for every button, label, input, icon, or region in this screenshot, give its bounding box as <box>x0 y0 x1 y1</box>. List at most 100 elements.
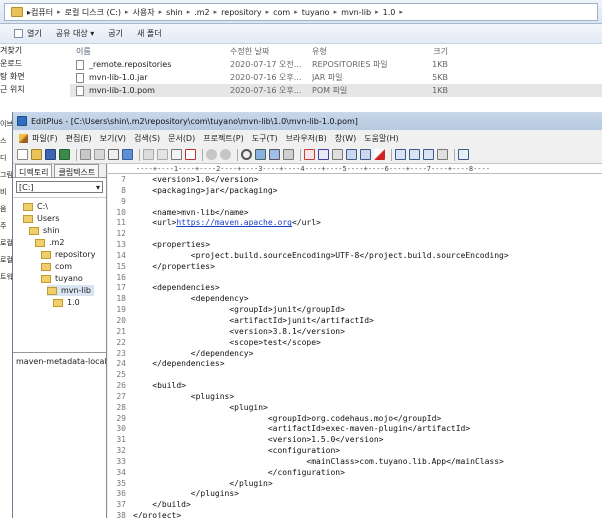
breadcrumb-item[interactable]: mvn-lib ▸ <box>341 8 383 17</box>
code-line[interactable]: 9 <box>108 197 602 208</box>
code-line[interactable]: 19 <groupId>junit</groupId> <box>108 305 602 316</box>
code-line[interactable]: 36 </plugins> <box>108 489 602 500</box>
code-line[interactable]: 11 <url>https://maven.apache.org</url> <box>108 218 602 229</box>
spell-mark-icon[interactable] <box>374 149 385 160</box>
tree-node[interactable]: com <box>41 261 72 272</box>
code-line[interactable]: 18 <dependency> <box>108 294 602 305</box>
paste-icon[interactable] <box>171 149 182 160</box>
tree-node[interactable]: Users <box>23 213 59 224</box>
open-folder-icon[interactable] <box>31 149 42 160</box>
code-line[interactable]: 10 <name>mvn-lib</name> <box>108 208 602 219</box>
menu-edit[interactable]: 편집(E) <box>66 133 92 144</box>
breadcrumb-item[interactable]: 사용자 ▸ <box>133 7 167 18</box>
code-line[interactable]: 12 <box>108 229 602 240</box>
tree-node[interactable]: C:\ <box>23 201 48 212</box>
menu-file[interactable]: 파일(F) <box>32 133 58 144</box>
code-line[interactable]: 31 <version>1.5.0</version> <box>108 435 602 446</box>
chevron-right-icon[interactable]: ▸ <box>57 8 61 16</box>
tree-node[interactable]: 1.0 <box>53 297 80 308</box>
menu-window[interactable]: 창(W) <box>335 133 357 144</box>
chevron-right-icon[interactable]: ▸ <box>399 8 403 16</box>
chevron-right-icon[interactable]: ▸ <box>375 8 379 16</box>
chevron-right-icon[interactable]: ▸ <box>187 8 191 16</box>
nav-item-desktop[interactable]: 탕 화면 <box>0 70 58 83</box>
code-line[interactable]: 17 <dependencies> <box>108 283 602 294</box>
code-line[interactable]: 30 <artifactId>exec-maven-plugin</artifa… <box>108 424 602 435</box>
tree-node[interactable]: .m2 <box>35 237 64 248</box>
burn-button[interactable]: 굽기 <box>108 28 123 39</box>
menu-document[interactable]: 문서(D) <box>168 133 195 144</box>
code-line[interactable]: 14 <project.build.sourceEncoding>UTF-8</… <box>108 251 602 262</box>
code-line[interactable]: 7 <version>1.0</version> <box>108 175 602 186</box>
breadcrumb-item[interactable]: 로컬 디스크 (C:) ▸ <box>65 7 133 18</box>
cliptext-window-icon[interactable] <box>409 149 420 160</box>
code-line[interactable]: 37 </build> <box>108 500 602 511</box>
chevron-right-icon[interactable]: ▸ <box>125 8 129 16</box>
file-row-selected[interactable]: mvn-lib-1.0.pom 2020-07-16 오후... POM 파일 … <box>70 84 602 97</box>
code-line[interactable]: 16 <box>108 273 602 284</box>
file-list-item[interactable]: maven-metadata-local.xml <box>16 357 106 366</box>
breadcrumb-item[interactable]: .m2 ▸ <box>194 8 221 17</box>
tree-node[interactable]: shin <box>29 225 60 236</box>
tree-node[interactable]: repository <box>41 249 95 260</box>
output-window-icon[interactable] <box>423 149 434 160</box>
nav-item-recent[interactable]: 근 위치 <box>0 83 58 96</box>
breadcrumb-item[interactable]: 1.0 ▸ <box>383 8 407 17</box>
redo-icon[interactable] <box>220 149 231 160</box>
help-icon[interactable] <box>458 149 469 160</box>
new-folder-button[interactable]: 새 폴더 <box>137 28 162 39</box>
menu-search[interactable]: 검색(S) <box>134 133 160 144</box>
find-in-files-icon[interactable] <box>269 149 280 160</box>
code-line[interactable]: 38 </project> <box>108 511 602 518</box>
column-type[interactable]: 유형 <box>312 46 392 57</box>
menu-view[interactable]: 보기(V) <box>100 133 126 144</box>
menu-tools[interactable]: 도구(T) <box>252 133 278 144</box>
code-line[interactable]: 27 <plugins> <box>108 392 602 403</box>
breadcrumb-item[interactable]: com ▸ <box>273 8 302 17</box>
code-line[interactable]: 35 </plugin> <box>108 479 602 490</box>
new-file-icon[interactable] <box>17 149 28 160</box>
code-line[interactable]: 24 </dependencies> <box>108 359 602 370</box>
chevron-right-icon[interactable]: ▸ <box>266 8 270 16</box>
menu-project[interactable]: 프로젝트(P) <box>203 133 244 144</box>
open-button[interactable]: 열기 <box>14 28 42 39</box>
tree-node-selected[interactable]: mvn-lib <box>47 285 95 296</box>
fullscreen-icon[interactable] <box>437 149 448 160</box>
tab-directory[interactable]: 디렉토리 <box>15 164 53 177</box>
share-button[interactable]: 공유 대상 ▾ <box>56 28 95 39</box>
save-icon[interactable] <box>45 149 56 160</box>
chevron-right-icon[interactable]: ▸ <box>159 8 163 16</box>
tab-cliptext[interactable]: 클립텍스트 <box>54 164 100 177</box>
cut-icon[interactable] <box>143 149 154 160</box>
directory-window-icon[interactable] <box>395 149 406 160</box>
ruler-toggle-icon[interactable] <box>346 149 357 160</box>
code-line[interactable]: 8 <packaging>jar</packaging> <box>108 186 602 197</box>
code-line[interactable]: 29 <groupId>org.codehaus.mojo</groupId> <box>108 414 602 425</box>
drive-select[interactable]: [C:] ▾ <box>16 181 103 193</box>
breadcrumb-item[interactable]: 컴퓨터 ▸ <box>31 7 65 18</box>
code-line[interactable]: 32 <configuration> <box>108 446 602 457</box>
column-name[interactable]: 이름 <box>70 46 230 57</box>
menu-help[interactable]: 도움말(H) <box>364 133 398 144</box>
line-number-toggle-icon[interactable] <box>360 149 371 160</box>
word-wrap-icon[interactable] <box>332 149 343 160</box>
code-line[interactable]: 34 </configuration> <box>108 468 602 479</box>
code-line[interactable]: 25 <box>108 370 602 381</box>
code-line[interactable]: 23 </dependency> <box>108 349 602 360</box>
menu-browser[interactable]: 브라우저(B) <box>286 133 327 144</box>
replace-icon[interactable] <box>255 149 266 160</box>
undo-icon[interactable] <box>206 149 217 160</box>
code-line[interactable]: 28 <plugin> <box>108 403 602 414</box>
hex-view-icon[interactable] <box>318 149 329 160</box>
browser-icon[interactable] <box>122 149 133 160</box>
nav-item-favorites[interactable]: 겨찾기 <box>0 44 58 57</box>
code-line[interactable]: 33 <mainClass>com.tuyano.lib.App</mainCl… <box>108 457 602 468</box>
chevron-right-icon[interactable]: ▸ <box>334 8 338 16</box>
print-icon[interactable] <box>80 149 91 160</box>
tree-node[interactable]: tuyano <box>41 273 83 284</box>
file-row[interactable]: mvn-lib-1.0.jar 2020-07-16 오후... JAR 파일 … <box>70 71 602 84</box>
save-all-icon[interactable] <box>59 149 70 160</box>
chevron-right-icon[interactable]: ▸ <box>294 8 298 16</box>
breadcrumb-item[interactable]: shin ▸ <box>166 8 194 17</box>
url-link[interactable]: https://maven.apache.org <box>176 218 292 227</box>
